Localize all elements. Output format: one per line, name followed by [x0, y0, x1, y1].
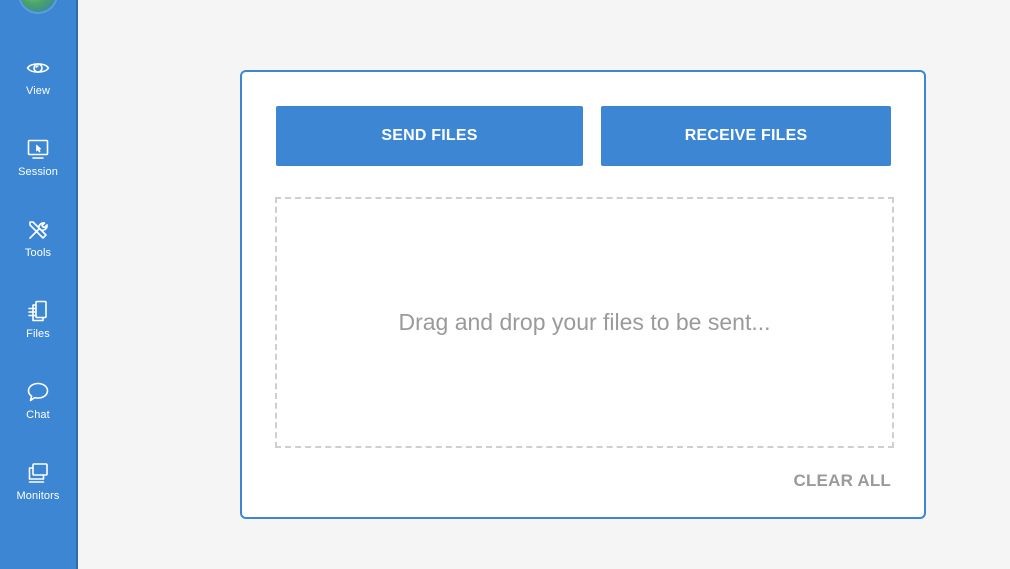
- send-files-button[interactable]: SEND FILES: [276, 106, 583, 166]
- monitor-cursor-icon: [25, 136, 51, 162]
- avatar[interactable]: [20, 0, 56, 12]
- sidebar: View Session Tools Files Chat Monitors: [0, 0, 78, 569]
- receive-files-button[interactable]: RECEIVE FILES: [601, 106, 891, 166]
- sidebar-item-label: View: [25, 85, 51, 97]
- sidebar-item-label: Files: [26, 328, 50, 340]
- dropzone-hint: Drag and drop your files to be sent...: [398, 309, 771, 335]
- sidebar-item-label: Monitors: [16, 490, 60, 502]
- sidebar-item-label: Session: [18, 166, 58, 178]
- file-transfer-panel: SEND FILES RECEIVE FILES Drag and drop y…: [240, 70, 926, 519]
- file-dropzone[interactable]: Drag and drop your files to be sent...: [275, 197, 894, 448]
- sidebar-item-session[interactable]: Session: [0, 136, 76, 200]
- tools-icon: [25, 217, 51, 243]
- sidebar-item-chat[interactable]: Chat: [0, 379, 76, 443]
- eye-icon: [25, 55, 51, 81]
- sidebar-item-view[interactable]: View: [0, 55, 76, 119]
- files-icon: [25, 298, 51, 324]
- sidebar-item-label: Chat: [26, 409, 50, 421]
- sidebar-item-label: Tools: [24, 247, 52, 259]
- clear-all-button[interactable]: CLEAR ALL: [794, 471, 892, 491]
- monitors-icon: [25, 460, 51, 486]
- chat-bubble-icon: [25, 379, 51, 405]
- sidebar-item-files[interactable]: Files: [0, 298, 76, 362]
- sidebar-item-tools[interactable]: Tools: [0, 217, 76, 281]
- sidebar-item-monitors[interactable]: Monitors: [0, 460, 76, 524]
- app-root: View Session Tools Files Chat Monitors S…: [0, 0, 1010, 569]
